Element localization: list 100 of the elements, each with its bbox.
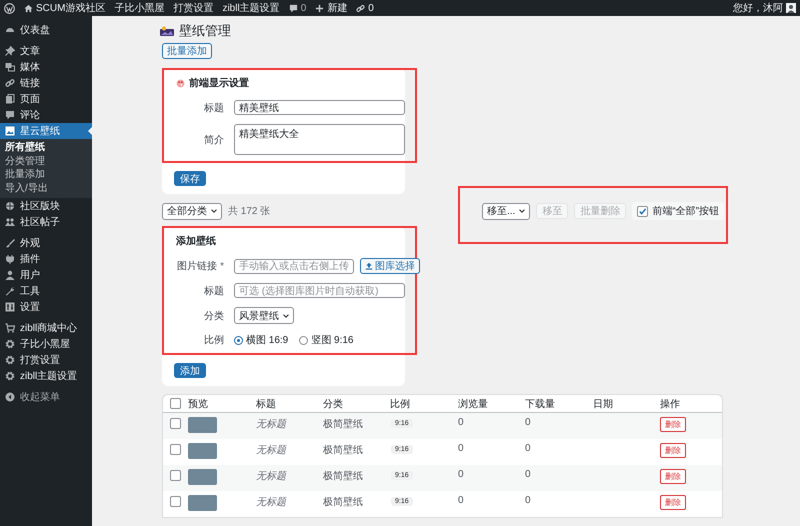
image-frame-icon xyxy=(160,26,174,36)
column-header: 标题 xyxy=(256,398,277,410)
menu-item[interactable]: 评论 xyxy=(0,107,92,123)
menu-item[interactable]: 文章 xyxy=(0,43,92,59)
menu-item[interactable]: 设置 xyxy=(0,299,92,315)
menu-item[interactable]: 媒体 xyxy=(0,59,92,75)
select-all-checkbox[interactable] xyxy=(170,398,181,409)
category-filter-select[interactable]: 全部分类 xyxy=(162,202,222,220)
row-checkbox[interactable] xyxy=(170,470,181,481)
link-icon xyxy=(5,78,15,88)
user-greeting[interactable]: 您好，沐阿 xyxy=(733,1,783,15)
media-library-button[interactable]: 图库选择 xyxy=(360,258,420,274)
item-count: 共 172 张 xyxy=(228,204,270,218)
column-header: 日期 xyxy=(593,398,614,410)
checkbox[interactable] xyxy=(637,206,648,216)
chevron-down-icon xyxy=(282,312,290,320)
speech-bubble-icon xyxy=(5,110,15,120)
menu-item[interactable]: 子比小黑屋 xyxy=(0,336,92,352)
delete-button[interactable]: 删除 xyxy=(660,443,686,458)
section-heading: 前端显示设置 xyxy=(189,76,249,90)
radio-option[interactable]: 横图 16:9 xyxy=(234,333,288,347)
wordpress-logo-icon[interactable] xyxy=(4,2,15,14)
globe-icon xyxy=(5,201,15,211)
category-select[interactable]: 风景壁纸 xyxy=(234,307,294,324)
chevron-down-icon xyxy=(518,207,526,215)
textarea[interactable]: 精美壁纸大全 xyxy=(234,124,405,155)
menu-item[interactable]: 页面 xyxy=(0,91,92,107)
comment-count: 0 xyxy=(300,2,306,14)
table-cell-text: 0 xyxy=(525,417,532,428)
speech-bubble-icon[interactable] xyxy=(288,4,298,12)
column-header: 预览 xyxy=(188,398,209,410)
field-label: 简介 xyxy=(203,134,225,146)
section-heading: 添加壁纸 xyxy=(176,234,217,248)
avatar-icon[interactable] xyxy=(786,3,796,13)
gauge-icon xyxy=(5,25,15,35)
show-all-toggle[interactable]: 前端“全部”按钮 xyxy=(632,202,724,220)
upload-icon xyxy=(365,262,373,270)
table-cell-text: 无标题 xyxy=(256,444,288,457)
menu-item[interactable]: 用户 xyxy=(0,267,92,283)
toolbar-link[interactable]: 子比小黑屋 xyxy=(114,1,164,15)
plus-icon xyxy=(315,4,324,12)
table-cell-text: 0 xyxy=(458,469,465,480)
row-checkbox[interactable] xyxy=(170,444,181,455)
table-cell-text: 极简壁纸 xyxy=(323,444,364,457)
move-to-select[interactable]: 移至... xyxy=(482,202,530,220)
collapse-menu-button[interactable]: 收起菜单 xyxy=(0,389,92,405)
toolbar-link[interactable]: zibll主题设置 xyxy=(222,1,280,15)
menu-item[interactable]: 工具 xyxy=(0,283,92,299)
menu-item[interactable]: 社区帖子 xyxy=(0,214,92,230)
paintbrush-icon xyxy=(5,238,15,248)
table-cell-text: 极简壁纸 xyxy=(323,496,364,509)
menu-item[interactable]: 打赏设置 xyxy=(0,352,92,368)
delete-button[interactable]: 删除 xyxy=(660,495,686,510)
submenu-item[interactable]: 批量添加 xyxy=(0,168,92,182)
photo-placeholder xyxy=(188,469,217,485)
new-link[interactable]: 新建 xyxy=(327,1,348,15)
sliders-icon xyxy=(5,302,15,312)
menu-item[interactable]: 仪表盘 xyxy=(0,22,92,38)
user-icon xyxy=(5,270,15,280)
menu-item[interactable]: 社区版块 xyxy=(0,198,92,214)
menu-item[interactable]: zibll主题设置 xyxy=(0,368,92,384)
media-icon xyxy=(5,62,15,72)
submenu-item[interactable]: 所有壁纸 xyxy=(0,141,92,154)
table-cell-text: 0 xyxy=(525,495,532,506)
pages-icon xyxy=(5,94,15,104)
link-icon[interactable] xyxy=(356,4,366,12)
save-button[interactable]: 保存 xyxy=(174,171,206,186)
menu-item[interactable]: 插件 xyxy=(0,251,92,267)
text-input[interactable]: 精美壁纸 xyxy=(234,100,405,115)
palette-icon xyxy=(176,78,185,88)
column-header: 下载量 xyxy=(525,398,556,410)
photo-placeholder xyxy=(188,495,217,511)
submenu-item[interactable]: 导入/导出 xyxy=(0,182,92,195)
photo-placeholder xyxy=(188,417,217,433)
table-cell-text: 0 xyxy=(525,443,532,454)
menu-item[interactable]: 外观 xyxy=(0,235,92,251)
people-icon xyxy=(5,217,15,227)
delete-button[interactable]: 删除 xyxy=(660,469,686,484)
table-cell-text: 无标题 xyxy=(256,496,288,509)
row-checkbox[interactable] xyxy=(170,496,181,507)
field-label: 标题 xyxy=(203,102,225,114)
table-cell-text: 0 xyxy=(525,469,532,480)
menu-item[interactable]: zibll商城中心 xyxy=(0,320,92,336)
column-header: 比例 xyxy=(390,398,411,410)
table-cell-text: 0 xyxy=(458,443,465,454)
menu-item[interactable]: 星云壁纸 xyxy=(0,123,92,139)
home-icon xyxy=(24,4,33,12)
wrench-icon xyxy=(5,286,15,296)
menu-item[interactable]: 链接 xyxy=(0,75,92,91)
table-cell-text: 无标题 xyxy=(256,418,288,431)
toolbar-link[interactable]: 打赏设置 xyxy=(173,1,214,15)
field-label: 分类 xyxy=(203,310,225,322)
radio-option[interactable]: 竖图 9:16 xyxy=(299,333,354,347)
add-button[interactable]: 添加 xyxy=(174,363,206,378)
site-link[interactable]: SCUM游戏社区 xyxy=(36,1,106,15)
link-count: 0 xyxy=(368,2,374,14)
delete-button[interactable]: 删除 xyxy=(660,417,686,432)
row-checkbox[interactable] xyxy=(170,418,181,429)
bulk-add-button[interactable]: 批量添加 xyxy=(162,43,212,59)
submenu-item[interactable]: 分类管理 xyxy=(0,154,92,168)
